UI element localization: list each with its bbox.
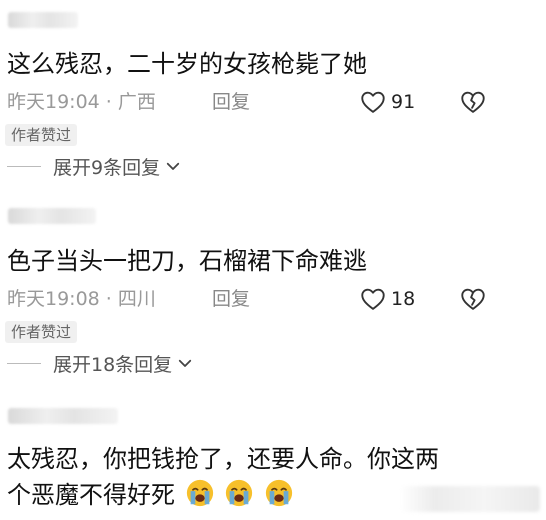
loudly-crying-face-icon xyxy=(265,479,293,507)
chevron-down-icon xyxy=(166,162,180,170)
username-blurred xyxy=(8,12,78,28)
author-liked-badge: 作者赞过 xyxy=(5,124,78,146)
dislike-button[interactable] xyxy=(459,285,487,313)
reply-button[interactable]: 回复 xyxy=(212,90,250,114)
dislike-button[interactable] xyxy=(459,88,487,116)
like-count: 18 xyxy=(391,288,416,310)
comment-meta: 昨天19:04 · 广西 回复 91 xyxy=(7,90,537,114)
divider-line xyxy=(7,362,41,364)
like-count: 91 xyxy=(391,91,416,113)
comment-text-line-2: 个恶魔不得好死 xyxy=(7,477,294,513)
heart-outline-icon xyxy=(361,288,385,310)
username-blurred xyxy=(8,408,118,424)
time-location: 昨天19:04 · 广西 xyxy=(7,91,156,113)
like-button[interactable]: 18 xyxy=(359,285,415,313)
reply-button[interactable]: 回复 xyxy=(212,287,250,311)
time-location: 昨天19:08 · 四川 xyxy=(7,288,156,310)
broken-heart-icon xyxy=(461,91,485,113)
chevron-down-icon xyxy=(179,359,192,367)
watermark-blurred xyxy=(400,486,540,512)
comment-text: 色子当头一把刀，石榴裙下命难逃 xyxy=(7,247,367,275)
expand-replies-label: 展开9条回复 xyxy=(53,156,161,179)
comment-text-line-2-content: 个恶魔不得好死 xyxy=(7,481,175,509)
loudly-crying-face-icon xyxy=(186,479,213,507)
comment-meta: 昨天19:08 · 四川 回复 18 xyxy=(7,287,537,311)
comment-text-line-1: 太残忍，你把钱抢了，还要人命。你这两 xyxy=(7,445,439,473)
like-button[interactable]: 91 xyxy=(359,88,415,116)
broken-heart-icon xyxy=(461,288,485,310)
author-liked-badge: 作者赞过 xyxy=(5,321,78,343)
expand-replies-label: 展开18条回复 xyxy=(53,353,173,376)
divider-line xyxy=(7,165,41,167)
heart-outline-icon xyxy=(361,91,385,113)
loudly-crying-face-icon xyxy=(226,479,253,507)
comment-text: 这么残忍，二十岁的女孩枪毙了她 xyxy=(7,50,367,78)
expand-replies-button[interactable]: 展开18条回复 xyxy=(7,350,194,376)
expand-replies-button[interactable]: 展开9条回复 xyxy=(7,153,182,179)
username-blurred xyxy=(8,208,96,224)
